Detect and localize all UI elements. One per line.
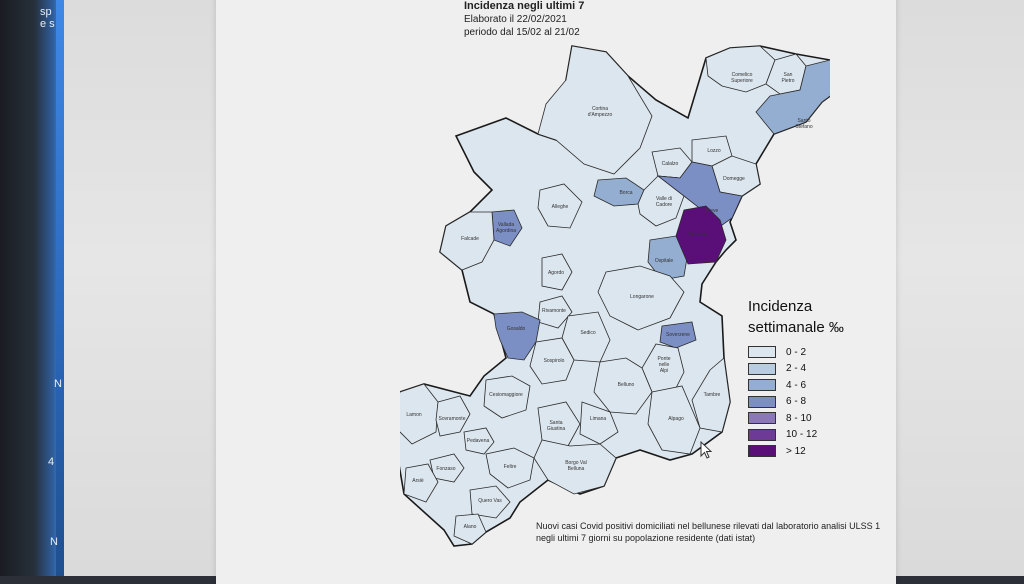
- legend-label: > 12: [786, 445, 806, 457]
- legend: Incidenza settimanale ‰ 0 - 2 2 - 4 4 - 6 6…: [748, 296, 844, 460]
- legend-swatch: [748, 362, 776, 375]
- municipality-label: Pedavena: [467, 438, 490, 444]
- legend-items: 0 - 2 2 - 4 4 - 6 6 - 8 8 - 10 10 - 12 > 12: [748, 344, 844, 460]
- municipality-label: Vallada Agordina: [496, 222, 516, 234]
- municipality-label: Cesiomaggiore: [489, 392, 523, 398]
- legend-swatch: [748, 428, 776, 441]
- edge-text: N: [54, 378, 62, 390]
- legend-item: 4 - 6: [748, 377, 844, 394]
- legend-item: 0 - 2: [748, 344, 844, 361]
- municipality-label: Alano: [464, 524, 477, 530]
- municipality-label: Limana: [590, 416, 607, 422]
- municipality-label: Comelico Superiore: [731, 72, 753, 84]
- legend-item: 6 - 8: [748, 394, 844, 411]
- legend-label: 6 - 8: [786, 396, 807, 408]
- footer-note: Nuovi casi Covid positivi domiciliati ne…: [536, 520, 896, 544]
- municipality-label: Tambre: [704, 392, 721, 398]
- municipality-label: Quero Vas: [478, 498, 502, 504]
- footer-line: negli ultimi 7 giorni su popolazione res…: [536, 533, 756, 543]
- monitor-bezel: [0, 0, 62, 576]
- edge-text: e s: [40, 18, 55, 30]
- municipality-label: Borgo Val Belluna: [565, 460, 587, 472]
- footer-line: Nuovi casi Covid positivi domiciliati ne…: [536, 521, 881, 531]
- legend-label: 4 - 6: [786, 379, 807, 391]
- municipality-label: Sovramonte: [439, 416, 466, 422]
- legend-item: 10 - 12: [748, 427, 844, 444]
- municipality-label: Valle di Cadore: [656, 196, 673, 208]
- municipality-label: Rivamonte: [542, 308, 566, 314]
- municipality-label: Lozzo: [707, 148, 721, 154]
- municipality-label: Perarolo: [689, 232, 708, 238]
- municipality-label: Soverzene: [666, 332, 690, 338]
- edge-text: N: [50, 536, 58, 548]
- legend-item: > 12: [748, 443, 844, 460]
- municipality-label: Lamon: [406, 412, 422, 418]
- map-period: periodo dal 15/02 al 21/02: [464, 27, 580, 38]
- legend-label: 8 - 10: [786, 412, 812, 424]
- legend-item: 2 - 4: [748, 361, 844, 378]
- municipality-label: Arsiè: [412, 478, 424, 484]
- municipality-label: Sospirolo: [544, 358, 565, 364]
- municipality-label: Pieve: [706, 208, 719, 214]
- municipality-label: Falcade: [461, 236, 479, 242]
- legend-label: 0 - 2: [786, 346, 807, 358]
- municipality-label: Alleghe: [552, 204, 569, 210]
- legend-item: 8 - 10: [748, 410, 844, 427]
- municipality-label: Feltre: [504, 464, 517, 470]
- legend-label: 10 - 12: [786, 429, 818, 441]
- legend-label: 2 - 4: [786, 363, 807, 375]
- edge-text: sp: [40, 6, 52, 18]
- legend-title-line: Incidenza: [748, 298, 813, 315]
- municipality-label: Borca: [619, 190, 632, 196]
- map-date: Elaborato il 22/02/2021: [464, 14, 567, 25]
- legend-swatch: [748, 395, 776, 408]
- legend-swatch: [748, 346, 776, 359]
- municipality-label: Sedico: [580, 330, 596, 336]
- municipality-label: Belluno: [618, 382, 635, 388]
- municipality-label: Agordo: [548, 270, 564, 276]
- mouse-cursor-icon: [700, 441, 713, 459]
- map-header: Incidenza negli ultimi 7 Elaborato il 22…: [464, 0, 584, 39]
- municipality-label: Domegge: [723, 176, 745, 182]
- legend-title-line: settimanale ‰: [748, 319, 844, 336]
- municipality-label: Alpago: [668, 416, 684, 422]
- municipality-label: Ospitale: [655, 258, 674, 264]
- legend-swatch: [748, 445, 776, 458]
- municipality-label: Calalzo: [662, 161, 679, 167]
- legend-swatch: [748, 412, 776, 425]
- legend-swatch: [748, 379, 776, 392]
- municipality-label: Santo Stefano: [795, 118, 812, 130]
- edge-text: 4: [48, 456, 55, 468]
- municipality-label: Gosaldo: [507, 326, 526, 332]
- map-title: Incidenza negli ultimi 7: [464, 0, 585, 12]
- municipality-label: Longarone: [630, 294, 654, 300]
- municipality-label: Fonzaso: [436, 466, 455, 472]
- legend-title: Incidenza settimanale ‰: [748, 296, 844, 338]
